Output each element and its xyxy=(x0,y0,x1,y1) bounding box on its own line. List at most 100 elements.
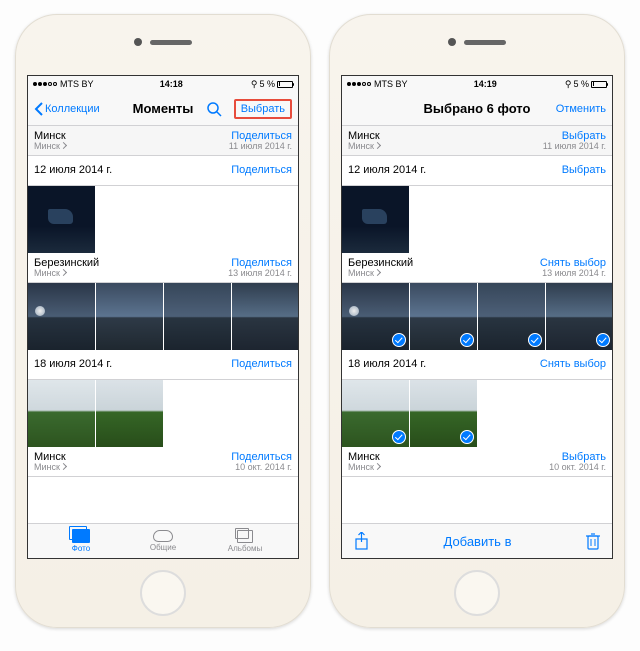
photo-thumbnail[interactable] xyxy=(342,380,409,447)
cloud-icon xyxy=(153,530,173,542)
tab-shared[interactable]: Общие xyxy=(122,530,204,552)
section-title: Минск xyxy=(348,451,380,463)
check-icon xyxy=(528,333,542,347)
action-toolbar: Добавить в xyxy=(342,523,612,558)
share-icon[interactable] xyxy=(354,532,369,550)
back-button[interactable]: Коллекции xyxy=(34,102,100,116)
iphone-mock-right: MTS BY 14:19 ⚲ 5 % Выбрано 6 фото Отмени… xyxy=(329,14,625,628)
tab-photos[interactable]: Фото xyxy=(40,529,122,553)
photo-thumbnail[interactable] xyxy=(164,283,231,350)
add-to-button[interactable]: Добавить в xyxy=(369,534,586,549)
photo-thumbnail[interactable] xyxy=(96,380,163,447)
battery-pct: 5 % xyxy=(259,79,275,89)
section-header[interactable]: 12 июля 2014 г.Поделиться xyxy=(28,156,298,186)
thumbnail-row xyxy=(28,283,298,350)
section-title: 18 июля 2014 г. xyxy=(348,358,426,370)
photo-thumbnail[interactable] xyxy=(410,380,477,447)
trash-icon[interactable] xyxy=(586,532,600,550)
section-action[interactable]: Снять выбор xyxy=(540,257,606,269)
section-date: 10 окт. 2014 г. xyxy=(549,463,606,473)
photo-thumbnail[interactable] xyxy=(478,283,545,350)
battery-pct: 5 % xyxy=(573,79,589,89)
photo-thumbnail[interactable] xyxy=(342,186,409,253)
section-header[interactable]: МинскМинск Поделиться10 окт. 2014 г. xyxy=(28,447,298,477)
section-date: 13 июля 2014 г. xyxy=(228,269,292,279)
thumbnail-row xyxy=(342,283,612,350)
check-icon xyxy=(460,430,474,444)
section-title: Минск xyxy=(34,130,66,142)
section-action[interactable]: Снять выбор xyxy=(540,358,606,370)
section-action[interactable]: Поделиться xyxy=(231,257,292,269)
tab-albums[interactable]: Альбомы xyxy=(204,530,286,553)
select-button[interactable]: Выбрать xyxy=(234,99,292,119)
photo-thumbnail[interactable] xyxy=(342,283,409,350)
thumbnail-row xyxy=(28,186,298,253)
section-date: 11 июля 2014 г. xyxy=(543,142,606,152)
section-action[interactable]: Поделиться xyxy=(231,164,292,176)
section-title: Березинский xyxy=(34,257,99,269)
section-header[interactable]: МинскМинск Поделиться11 июля 2014 г. xyxy=(28,126,298,156)
back-label: Коллекции xyxy=(45,103,100,115)
thumbnail-row xyxy=(342,186,612,253)
section-header[interactable]: БерезинскийМинскСнять выбор13 июля 2014 … xyxy=(342,253,612,283)
thumbnail-row xyxy=(342,380,612,447)
section-subtitle: Минск xyxy=(34,142,66,152)
photo-thumbnail[interactable] xyxy=(28,283,95,350)
section-subtitle: Минск xyxy=(348,142,380,152)
section-date: 10 окт. 2014 г. xyxy=(235,463,292,473)
section-title: Минск xyxy=(348,130,380,142)
check-icon xyxy=(392,333,406,347)
section-subtitle: Минск xyxy=(348,269,413,279)
section-date: 13 июля 2014 г. xyxy=(542,269,606,279)
thumbnail-row xyxy=(28,380,298,447)
search-icon[interactable] xyxy=(206,101,222,117)
section-subtitle: Минск xyxy=(34,269,99,279)
battery-icon xyxy=(277,81,293,88)
photo-thumbnail[interactable] xyxy=(96,283,163,350)
section-header[interactable]: МинскМинск Выбрать10 окт. 2014 г. xyxy=(342,447,612,477)
section-action[interactable]: Поделиться xyxy=(231,451,292,463)
photo-thumbnail[interactable] xyxy=(410,283,477,350)
section-header[interactable]: 18 июля 2014 г.Поделиться xyxy=(28,350,298,380)
battery-icon xyxy=(591,81,607,88)
photo-thumbnail[interactable] xyxy=(546,283,612,350)
check-icon xyxy=(392,430,406,444)
photo-thumbnail[interactable] xyxy=(28,380,95,447)
bluetooth-icon: ⚲ xyxy=(251,79,258,90)
moments-list-left[interactable]: МинскМинскПоделиться11 июля 2014 г.12 ию… xyxy=(28,126,298,523)
iphone-mock-left: MTS BY 14:18 ⚲ 5 % Коллекции Моменты Выб… xyxy=(15,14,311,628)
check-icon xyxy=(460,333,474,347)
section-title: Минск xyxy=(34,451,66,463)
moments-list-right[interactable]: МинскМинскВыбрать11 июля 2014 г.12 июля … xyxy=(342,126,612,523)
tab-bar: Фото Общие Альбомы xyxy=(28,523,298,558)
home-button[interactable] xyxy=(454,570,500,616)
chevron-left-icon xyxy=(34,102,43,116)
clock: 14:18 xyxy=(94,79,249,89)
carrier-label: MTS BY xyxy=(374,79,408,89)
photo-thumbnail[interactable] xyxy=(232,283,298,350)
home-button[interactable] xyxy=(140,570,186,616)
section-date: 11 июля 2014 г. xyxy=(229,142,292,152)
photos-icon xyxy=(72,529,90,543)
section-subtitle: Минск xyxy=(348,463,380,473)
screen-right: MTS BY 14:19 ⚲ 5 % Выбрано 6 фото Отмени… xyxy=(341,75,613,559)
section-action[interactable]: Выбрать xyxy=(562,164,606,176)
screen-left: MTS BY 14:18 ⚲ 5 % Коллекции Моменты Выб… xyxy=(27,75,299,559)
section-header[interactable]: МинскМинск Выбрать11 июля 2014 г. xyxy=(342,126,612,156)
cancel-button[interactable]: Отменить xyxy=(556,103,606,115)
section-header[interactable]: 12 июля 2014 г. Выбрать xyxy=(342,156,612,186)
check-icon xyxy=(596,333,610,347)
status-bar: MTS BY 14:19 ⚲ 5 % xyxy=(342,76,612,92)
nav-bar: Выбрано 6 фото Отменить xyxy=(342,92,612,126)
section-action[interactable]: Выбрать xyxy=(562,130,606,142)
section-subtitle: Минск xyxy=(34,463,66,473)
nav-bar: Коллекции Моменты Выбрать xyxy=(28,92,298,126)
section-title: 12 июля 2014 г. xyxy=(348,164,426,176)
section-action[interactable]: Поделиться xyxy=(231,130,292,142)
section-action[interactable]: Выбрать xyxy=(562,451,606,463)
photo-thumbnail[interactable] xyxy=(28,186,95,253)
section-action[interactable]: Поделиться xyxy=(231,358,292,370)
section-header[interactable]: БерезинскийМинск Поделиться13 июля 2014 г… xyxy=(28,253,298,283)
carrier-label: MTS BY xyxy=(60,79,94,89)
section-header[interactable]: 18 июля 2014 г. Снять выбор xyxy=(342,350,612,380)
